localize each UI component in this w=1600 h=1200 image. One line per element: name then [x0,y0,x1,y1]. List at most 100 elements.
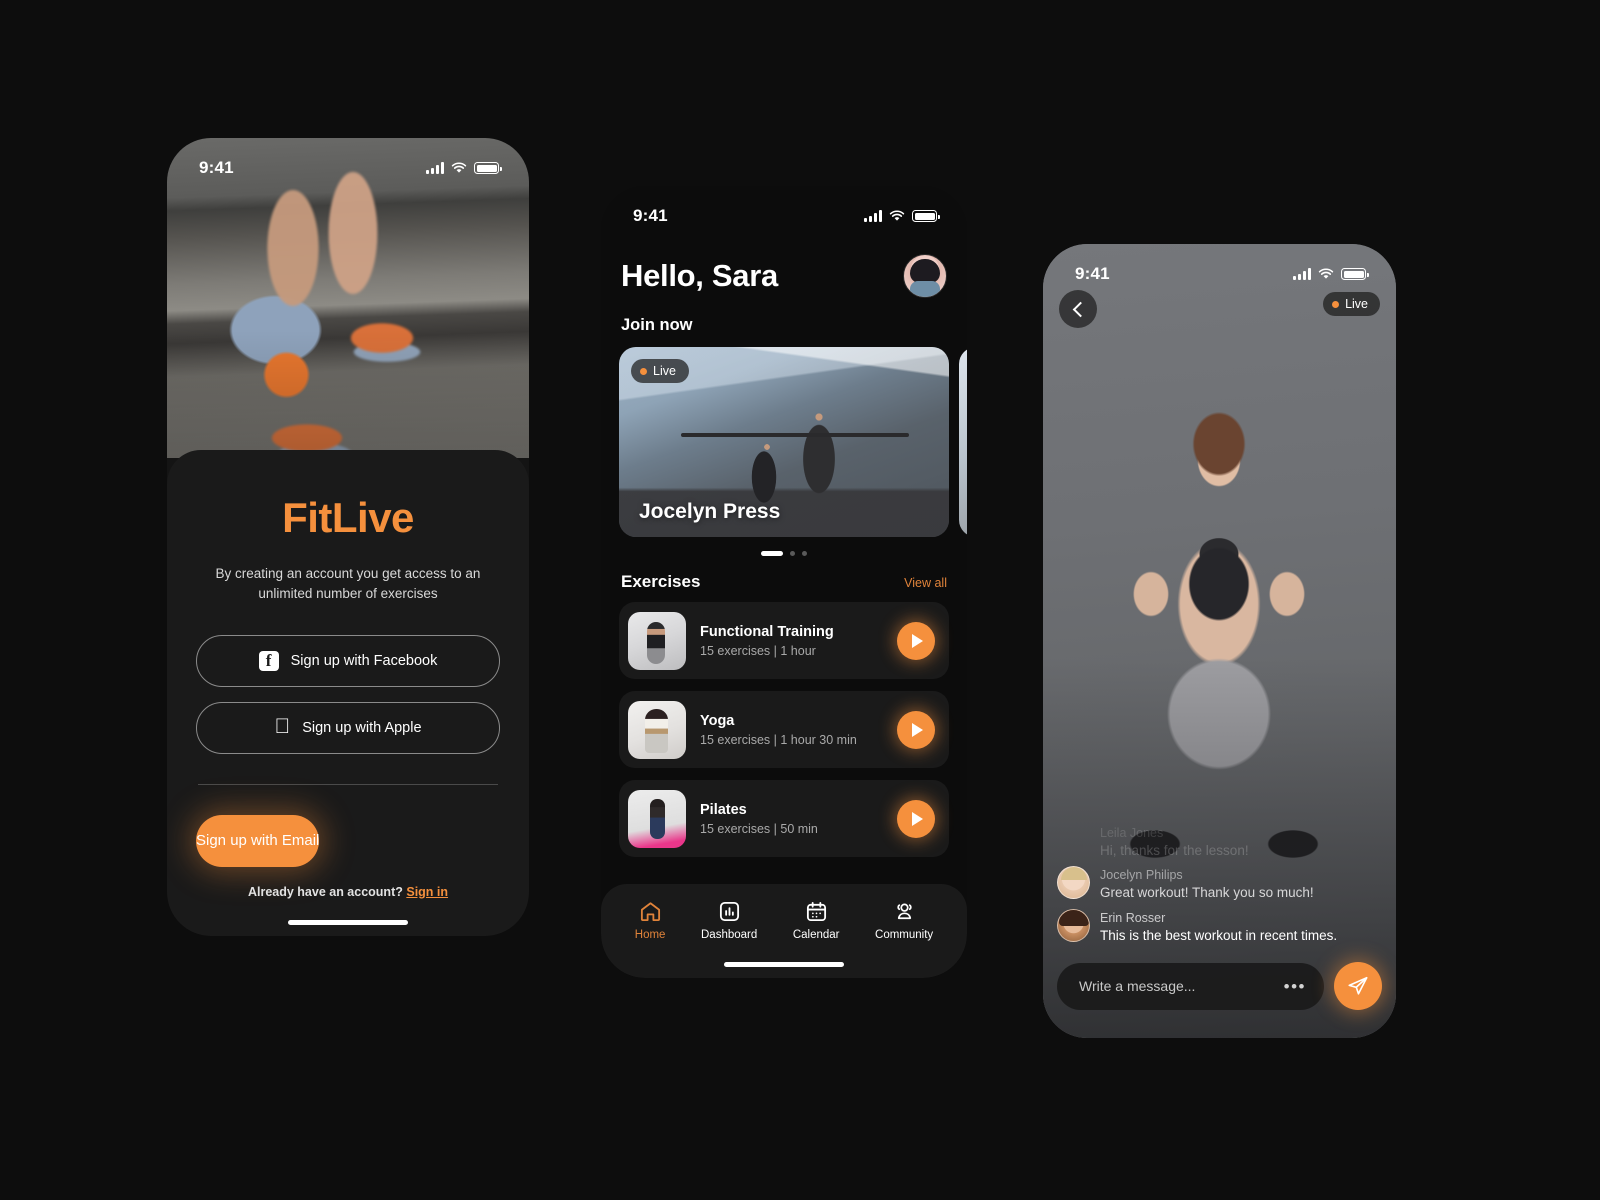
chat-text: This is the best workout in recent times… [1100,928,1338,944]
status-icons [426,162,502,174]
divider [198,783,498,785]
live-card-next[interactable]: Live [959,347,967,537]
avatar [1057,909,1090,943]
status-time: 9:41 [1075,264,1110,283]
tab-community-label: Community [875,929,934,941]
exercise-name: Functional Training [700,623,834,640]
signal-icon [1293,268,1311,280]
status-bar-live: 9:41 [1043,244,1396,290]
back-icon[interactable] [1059,290,1097,328]
exercise-thumbnail [628,700,686,759]
signup-apple-button[interactable]:  Sign up with Apple [196,701,500,754]
app-logo: FitLive [282,494,414,541]
list-item[interactable]: Yoga 15 exercises | 1 hour 30 min [619,691,949,768]
phone-home: 9:41 Hello, Sara Join now Live Jocelyn P… [601,186,967,978]
carousel-dot-1[interactable] [761,551,783,556]
live-badge-label: Live [1345,297,1368,311]
exercise-thumbnail [628,789,686,848]
carousel-pagination[interactable] [601,551,967,556]
chat-message-body: Erin Rosser This is the best workout in … [1100,909,1382,946]
avatar[interactable] [903,254,947,298]
battery-icon [1341,268,1369,280]
canvas: 9:41 FitLive By creating an account you … [0,0,1600,1200]
home-indicator [724,962,844,967]
live-dot-icon [1332,300,1340,308]
status-time: 9:41 [633,206,668,225]
signal-icon [426,162,444,174]
live-card-title: Jocelyn Press [639,500,781,523]
apple-icon:  [274,716,290,737]
exercise-subtitle: 15 exercises | 1 hour [700,644,816,659]
calendar-icon [806,901,826,922]
onboarding-subtitle: By creating an account you get access to… [215,566,481,602]
carousel-dot-2[interactable] [790,551,795,556]
tab-calendar-label: Calendar [792,929,840,941]
live-carousel[interactable]: Live Jocelyn Press Live [601,347,967,537]
chat-message: Jocelyn Philips Great workout! Thank you… [1057,866,1382,903]
wifi-icon [451,162,467,173]
chat-author: Jocelyn Philips [1100,868,1183,883]
tab-community[interactable]: Community [875,900,933,941]
onboarding-sheet: FitLive By creating an account you get a… [167,450,529,936]
play-icon[interactable] [897,710,935,749]
status-icons [864,210,940,222]
exercise-thumbnail [628,611,686,670]
chat-text: Great workout! Thank you so much! [1100,885,1314,901]
status-icons [1293,268,1369,280]
more-options-icon[interactable]: ••• [1284,978,1306,995]
list-item[interactable]: Pilates 15 exercises | 50 min [619,780,949,857]
message-input-placeholder: Write a message... [1079,978,1196,994]
wifi-icon [889,210,905,221]
message-composer: Write a message... ••• [1057,962,1382,1010]
exercise-meta: Yoga 15 exercises | 1 hour 30 min [700,712,883,748]
status-time: 9:41 [199,158,234,177]
facebook-icon: f [258,650,279,671]
oauth-button-group: f Sign up with Facebook  Sign up with A… [196,634,500,754]
exercise-meta: Functional Training 15 exercises | 1 hou… [700,623,883,659]
home-content: Hello, Sara Join now Live Jocelyn Press … [601,186,967,978]
signup-apple-label: Sign up with Apple [294,719,421,736]
exercise-list: Functional Training 15 exercises | 1 hou… [601,602,967,857]
play-icon[interactable] [897,621,935,660]
message-input[interactable]: Write a message... ••• [1057,962,1324,1010]
view-all-link[interactable]: View all [904,576,947,590]
list-item[interactable]: Functional Training 15 exercises | 1 hou… [619,602,949,679]
signin-link[interactable]: Sign in [406,885,448,899]
tab-dashboard-label: Dashboard [701,929,758,941]
status-bar-onboarding: 9:41 [167,138,529,184]
exercise-subtitle: 15 exercises | 1 hour 30 min [700,733,857,748]
chat-message-body: Leila Jones Hi, thanks for the lesson! [1100,824,1382,861]
tab-dashboard[interactable]: Dashboard [701,900,757,941]
signup-facebook-button[interactable]: f Sign up with Facebook [196,634,500,687]
people-icon [897,903,912,920]
send-glyph [1348,976,1368,995]
battery-icon [912,210,940,222]
carousel-dot-3[interactable] [802,551,807,556]
tab-home-label: Home [634,929,666,941]
greeting-title: Hello, Sara [621,258,778,293]
live-badge: Live [631,359,689,383]
chat-author: Leila Jones [1100,825,1164,840]
battery-icon [474,162,502,174]
avatar [1057,866,1090,900]
home-header: Hello, Sara [601,246,967,306]
signup-email-button[interactable]: Sign up with Email [196,814,320,867]
tab-home[interactable]: Home [634,900,666,941]
play-icon[interactable] [897,799,935,838]
exercise-name: Pilates [700,801,747,818]
live-card[interactable]: Live Jocelyn Press [619,347,949,537]
onboarding-hero-image [167,138,529,458]
live-dot-icon [640,367,647,375]
send-icon[interactable] [1334,962,1382,1010]
phone-onboarding: 9:41 FitLive By creating an account you … [167,138,529,936]
live-badge-label: Live [653,364,676,378]
live-badge: Live [1323,292,1380,316]
join-now-title: Join now [621,316,693,334]
signin-prompt-text: Already have an account? [247,884,403,899]
chat-message-list: Leila Jones Hi, thanks for the lesson! J… [1057,824,1382,952]
exercises-header: Exercises View all [601,572,967,592]
tab-calendar[interactable]: Calendar [792,900,840,941]
chat-author: Erin Rosser [1100,911,1166,926]
signal-icon [864,210,882,222]
exercise-meta: Pilates 15 exercises | 50 min [700,801,883,837]
